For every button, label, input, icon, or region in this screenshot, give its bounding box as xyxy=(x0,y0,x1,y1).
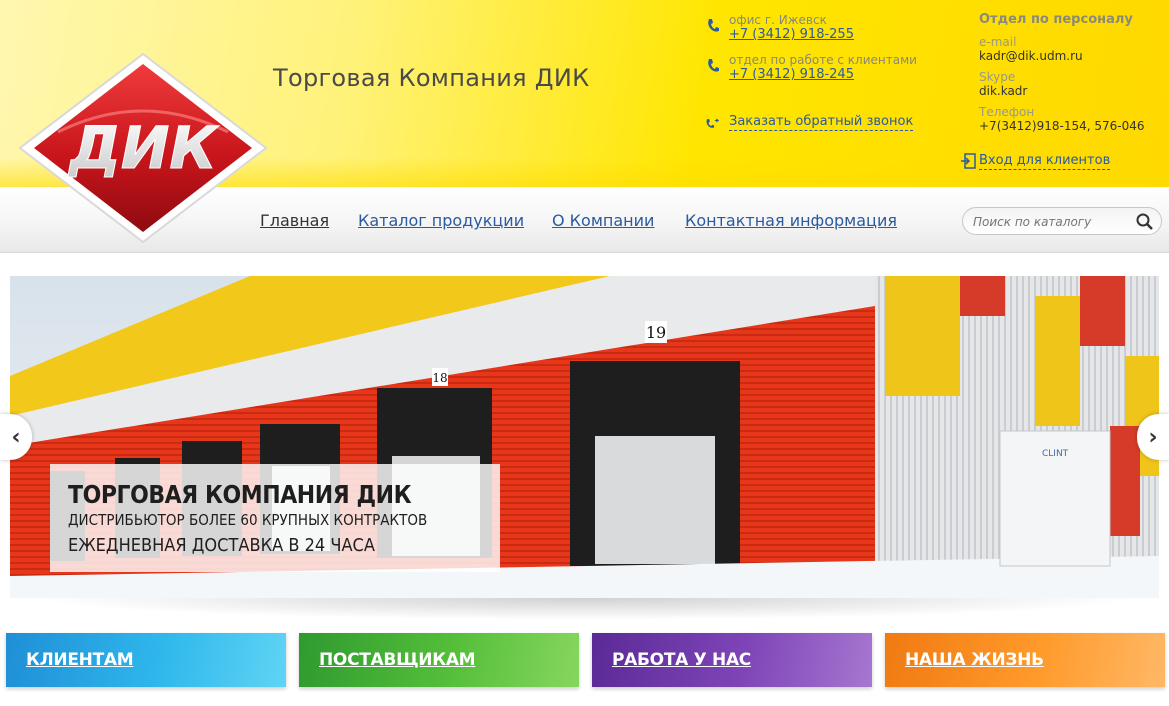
clients-dept-phone-link[interactable]: +7 (3412) 918-245 xyxy=(729,67,917,83)
chevron-right-icon: › xyxy=(1148,424,1158,450)
banner-shadow xyxy=(30,598,1140,620)
hr-email-label: e-mail xyxy=(979,35,1017,49)
phone-icon xyxy=(706,58,720,74)
tile-suppliers-label: ПОСТАВЩИКАМ xyxy=(319,650,476,670)
search-icon[interactable] xyxy=(1135,212,1155,232)
hr-email[interactable]: kadr@dik.udm.ru xyxy=(979,49,1145,64)
tile-our-life-label: НАША ЖИЗНЬ xyxy=(905,650,1044,670)
nav-catalog[interactable]: Каталог продукции xyxy=(358,211,524,230)
tile-clients-label: КЛИЕНТАМ xyxy=(26,650,134,670)
callback-phone-icon xyxy=(705,116,725,132)
tile-clients[interactable]: КЛИЕНТАМ xyxy=(6,633,286,687)
hr-title: Отдел по персоналу xyxy=(979,12,1133,27)
tile-our-life[interactable]: НАША ЖИЗНЬ xyxy=(885,633,1165,687)
svg-text:ДИК: ДИК xyxy=(67,114,219,182)
hr-skype: dik.kadr xyxy=(979,84,1028,98)
svg-text:19: 19 xyxy=(646,323,666,342)
hr-contact: Отдел по персоналу e-mail kadr@dik.udm.r… xyxy=(979,12,1145,140)
clients-dept-contact: отдел по работе с клиентами +7 (3412) 91… xyxy=(729,53,917,83)
page: ДИК Торговая Компания ДИК офис г. Ижевск… xyxy=(0,0,1169,706)
banner-tagline: ЕЖЕДНЕВНАЯ ДОСТАВКА В 24 ЧАСА xyxy=(68,535,375,556)
nav-contacts[interactable]: Контактная информация xyxy=(685,211,897,230)
tile-careers[interactable]: РАБОТА У НАС xyxy=(592,633,872,687)
phone-icon xyxy=(706,18,720,34)
hr-phone-label: Телефон xyxy=(979,105,1035,119)
login-icon xyxy=(960,153,976,173)
banner-subtitle: ДИСТРИБЬЮТОР БОЛЕЕ 60 КРУПНЫХ КОНТРАКТОВ xyxy=(68,511,428,529)
hr-skype-label: Skype xyxy=(979,70,1016,84)
client-login-link[interactable]: Вход для клиентов xyxy=(979,152,1111,170)
svg-text:18: 18 xyxy=(432,371,447,385)
tile-careers-label: РАБОТА У НАС xyxy=(612,650,751,670)
office-phone-link[interactable]: +7 (3412) 918-255 xyxy=(729,27,854,43)
office-contact: офис г. Ижевск +7 (3412) 918-255 xyxy=(729,13,854,43)
clients-dept-label: отдел по работе с клиентами xyxy=(729,53,917,67)
tile-suppliers[interactable]: ПОСТАВЩИКАМ xyxy=(299,633,579,687)
hr-phone: +7(3412)918-154, 576-046 xyxy=(979,119,1145,133)
office-label: офис г. Ижевск xyxy=(729,13,827,27)
company-title: Торговая Компания ДИК xyxy=(273,64,590,92)
callback-link[interactable]: Заказать обратный звонок xyxy=(729,113,914,131)
catalog-search xyxy=(962,207,1162,235)
dik-logo[interactable]: ДИК xyxy=(14,50,272,246)
chevron-left-icon: ‹ xyxy=(11,424,21,450)
nav-about[interactable]: О Компании xyxy=(552,211,654,230)
search-input[interactable] xyxy=(973,213,1133,231)
banner-title: ТОРГОВАЯ КОМПАНИЯ ДИК xyxy=(68,480,412,509)
svg-text:CLINT: CLINT xyxy=(1042,449,1069,459)
